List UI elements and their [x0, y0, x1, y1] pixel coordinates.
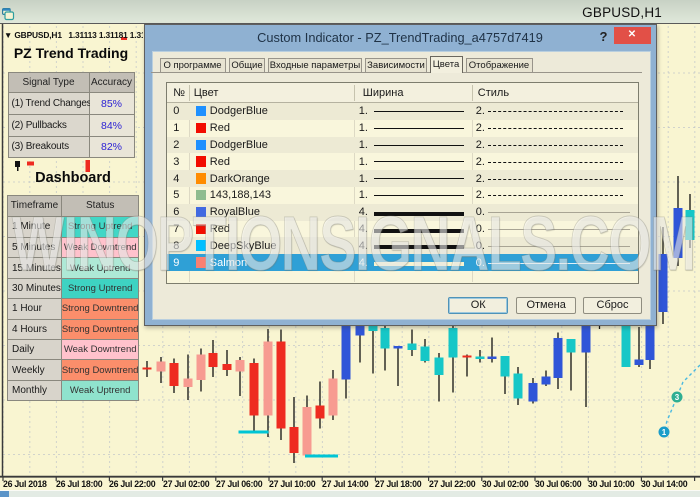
svg-text:3: 3	[675, 393, 680, 402]
svg-text:1: 1	[662, 428, 667, 437]
